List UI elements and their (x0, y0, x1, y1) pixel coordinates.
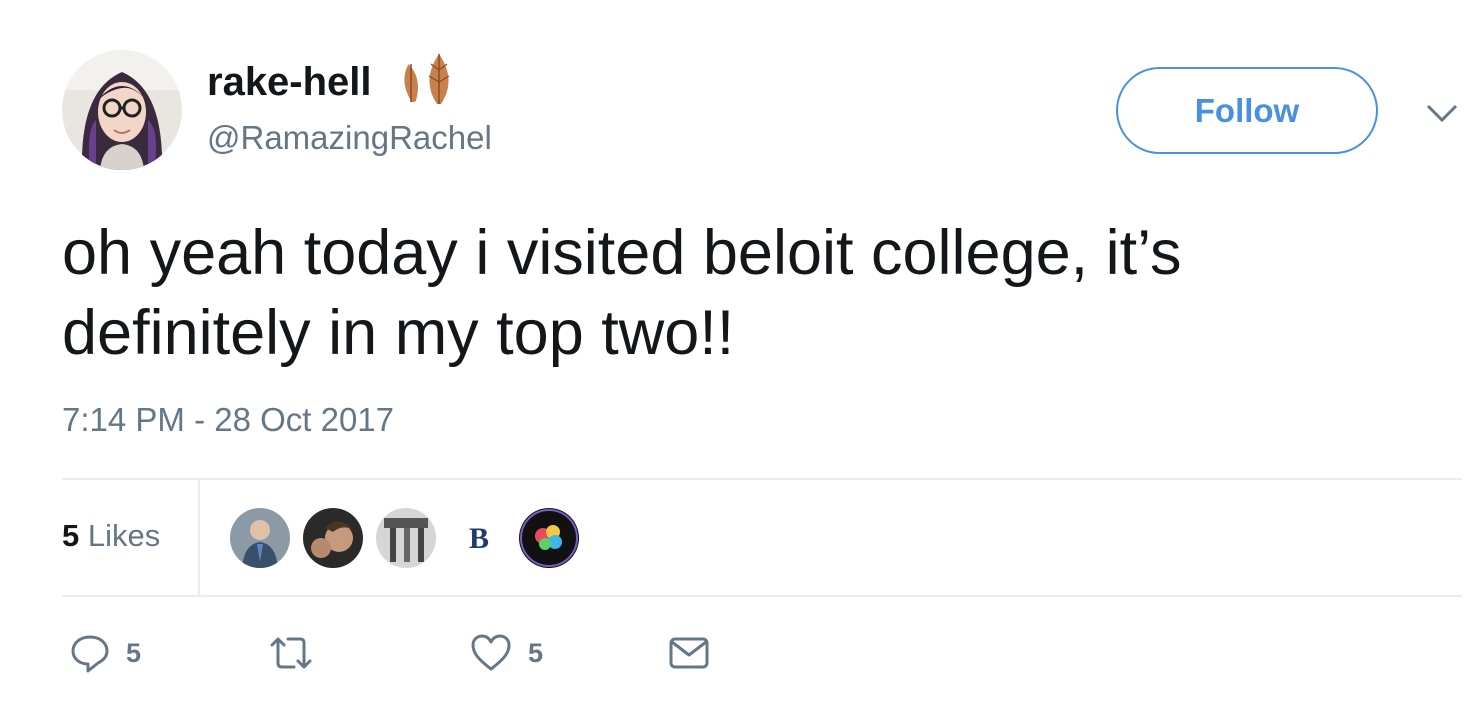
display-name[interactable]: rake-hell (207, 58, 372, 106)
divider-bottom (62, 595, 1462, 597)
liker-avatar[interactable] (303, 508, 363, 568)
envelope-icon (669, 637, 709, 669)
liker-avatar-beloit[interactable]: B (449, 508, 509, 568)
likes-stat[interactable]: 5 Likes (62, 516, 160, 556)
retweet-button[interactable] (268, 630, 314, 676)
tweet-text: oh yeah today i visited beloit college, … (62, 218, 1182, 368)
reply-icon (71, 635, 109, 673)
liker-avatar[interactable] (519, 508, 579, 568)
likes-count: 5 (62, 518, 80, 553)
chevron-down-icon[interactable] (1422, 98, 1462, 128)
like-count: 5 (528, 637, 544, 668)
direct-message-button[interactable] (668, 630, 710, 676)
user-handle[interactable]: @RamazingRachel (207, 118, 492, 158)
reply-button[interactable]: 5 (70, 630, 141, 676)
beloit-logo-letter: B (469, 522, 489, 555)
heart-icon (471, 634, 511, 671)
tweet-timestamp[interactable]: 7:14 PM - 28 Oct 2017 (62, 400, 394, 440)
stats-divider (198, 480, 200, 595)
liker-avatar[interactable] (376, 508, 436, 568)
follow-button[interactable]: Follow (1116, 67, 1378, 154)
divider-top (62, 478, 1462, 480)
like-button[interactable]: 5 (470, 630, 543, 676)
likes-label: Likes (87, 518, 161, 553)
profile-avatar[interactable] (62, 50, 182, 170)
reply-count: 5 (126, 637, 142, 668)
liker-avatar[interactable] (230, 508, 290, 568)
retweet-icon (270, 637, 312, 669)
fallen-leaf-icon (404, 54, 450, 104)
